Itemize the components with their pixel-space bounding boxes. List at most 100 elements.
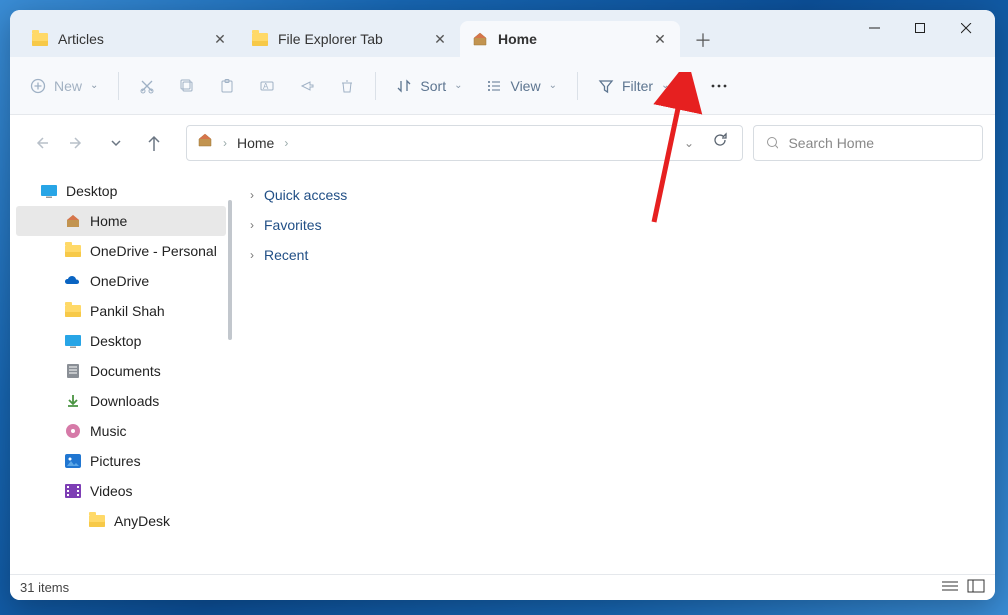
delete-button[interactable]: [329, 68, 365, 104]
filter-label: Filter: [622, 78, 653, 94]
home-icon: [64, 213, 82, 229]
group-label: Favorites: [264, 217, 322, 233]
address-dropdown[interactable]: ⌄: [684, 136, 694, 150]
sidebar-item-user[interactable]: Pankil Shah: [16, 296, 226, 326]
folder-icon: [32, 33, 48, 46]
group-label: Quick access: [264, 187, 347, 203]
sidebar-item-label: AnyDesk: [114, 513, 170, 529]
new-tab-button[interactable]: ＋: [686, 23, 720, 57]
breadcrumb-home[interactable]: Home: [237, 135, 274, 151]
more-button[interactable]: [700, 68, 738, 104]
close-tab-icon[interactable]: ✕: [212, 31, 228, 47]
sidebar-item-label: Desktop: [90, 333, 141, 349]
filter-button[interactable]: Filter ⌄: [588, 68, 680, 104]
folder-icon: [64, 303, 82, 319]
sidebar-item-label: Pictures: [90, 453, 141, 469]
folder-icon: [88, 513, 106, 529]
navigation-pane[interactable]: Desktop Home OneDrive - Personal OneDriv…: [10, 170, 232, 574]
search-icon: [766, 136, 778, 150]
sidebar-item-onedrive[interactable]: OneDrive: [16, 266, 226, 296]
tab-home[interactable]: Home ✕: [460, 21, 680, 57]
tab-file-explorer[interactable]: File Explorer Tab ✕: [240, 21, 460, 57]
sidebar-item-downloads[interactable]: Downloads: [16, 386, 226, 416]
arrow-left-icon: [31, 134, 49, 152]
group-recent[interactable]: › Recent: [250, 240, 977, 270]
sidebar-item-label: Music: [90, 423, 127, 439]
body: Desktop Home OneDrive - Personal OneDriv…: [10, 170, 995, 574]
downloads-icon: [64, 393, 82, 409]
sort-button[interactable]: Sort ⌄: [386, 68, 472, 104]
status-bar: 31 items: [10, 574, 995, 600]
sidebar-item-videos[interactable]: Videos: [16, 476, 226, 506]
close-tab-icon[interactable]: ✕: [652, 31, 668, 47]
search-input[interactable]: [788, 135, 970, 151]
tab-label: Home: [498, 31, 642, 47]
close-window-button[interactable]: [943, 12, 989, 44]
chevron-right-icon: ›: [284, 136, 288, 150]
tab-articles[interactable]: Articles ✕: [20, 21, 240, 57]
sidebar-item-documents[interactable]: Documents: [16, 356, 226, 386]
copy-icon: [179, 78, 195, 94]
window-controls: [851, 12, 989, 44]
videos-icon: [64, 483, 82, 499]
sidebar-item-desktop2[interactable]: Desktop: [16, 326, 226, 356]
address-bar[interactable]: › Home › ⌄: [186, 125, 743, 161]
new-label: New: [54, 78, 82, 94]
sidebar-item-desktop[interactable]: Desktop: [16, 176, 226, 206]
back-button[interactable]: [22, 125, 58, 161]
sidebar-item-onedrive-personal[interactable]: OneDrive - Personal: [16, 236, 226, 266]
separator: [577, 72, 578, 100]
title-bar: Articles ✕ File Explorer Tab ✕ Home ✕ ＋: [10, 10, 995, 57]
desktop-icon: [64, 333, 82, 349]
chevron-down-icon: ⌄: [454, 80, 462, 91]
copy-button[interactable]: [169, 68, 205, 104]
minimize-button[interactable]: [851, 12, 897, 44]
sidebar-item-label: Downloads: [90, 393, 159, 409]
view-label: View: [510, 78, 540, 94]
chevron-down-icon: ⌄: [90, 80, 98, 91]
refresh-icon: [712, 132, 728, 148]
scrollbar-thumb[interactable]: [228, 200, 232, 340]
sidebar-item-label: Desktop: [66, 183, 117, 199]
view-button[interactable]: View ⌄: [476, 68, 566, 104]
sort-icon: [396, 78, 412, 94]
sidebar-item-home[interactable]: Home: [16, 206, 226, 236]
chevron-right-icon: ›: [250, 188, 254, 202]
home-icon: [472, 31, 488, 47]
chevron-down-icon: ⌄: [661, 80, 669, 91]
items-count: 31 items: [20, 580, 69, 595]
home-icon: [197, 132, 213, 153]
sidebar-item-label: Home: [90, 213, 127, 229]
more-icon: [710, 83, 728, 89]
sidebar-item-label: OneDrive: [90, 273, 149, 289]
sidebar-item-anydesk[interactable]: AnyDesk: [16, 506, 226, 536]
refresh-button[interactable]: [708, 128, 732, 157]
sidebar-item-music[interactable]: Music: [16, 416, 226, 446]
cut-button[interactable]: [129, 68, 165, 104]
thumbnails-view-button[interactable]: [967, 579, 985, 596]
share-button[interactable]: [289, 68, 325, 104]
search-box[interactable]: [753, 125, 983, 161]
up-button[interactable]: [136, 125, 172, 161]
group-label: Recent: [264, 247, 308, 263]
documents-icon: [64, 363, 82, 379]
details-view-button[interactable]: [941, 579, 959, 596]
recent-locations-button[interactable]: [98, 125, 134, 161]
chevron-right-icon: ›: [250, 218, 254, 232]
forward-button[interactable]: [60, 125, 96, 161]
navigation-bar: › Home › ⌄: [10, 115, 995, 170]
new-button[interactable]: New ⌄: [20, 68, 108, 104]
content-pane[interactable]: › Quick access › Favorites › Recent: [232, 170, 995, 574]
maximize-button[interactable]: [897, 12, 943, 44]
group-favorites[interactable]: › Favorites: [250, 210, 977, 240]
close-tab-icon[interactable]: ✕: [432, 31, 448, 47]
folder-icon: [64, 243, 82, 259]
arrow-right-icon: [69, 134, 87, 152]
folder-icon: [252, 33, 268, 46]
paste-button[interactable]: [209, 68, 245, 104]
separator: [375, 72, 376, 100]
plus-circle-icon: [30, 78, 46, 94]
group-quick-access[interactable]: › Quick access: [250, 180, 977, 210]
sidebar-item-pictures[interactable]: Pictures: [16, 446, 226, 476]
rename-button[interactable]: A: [249, 68, 285, 104]
